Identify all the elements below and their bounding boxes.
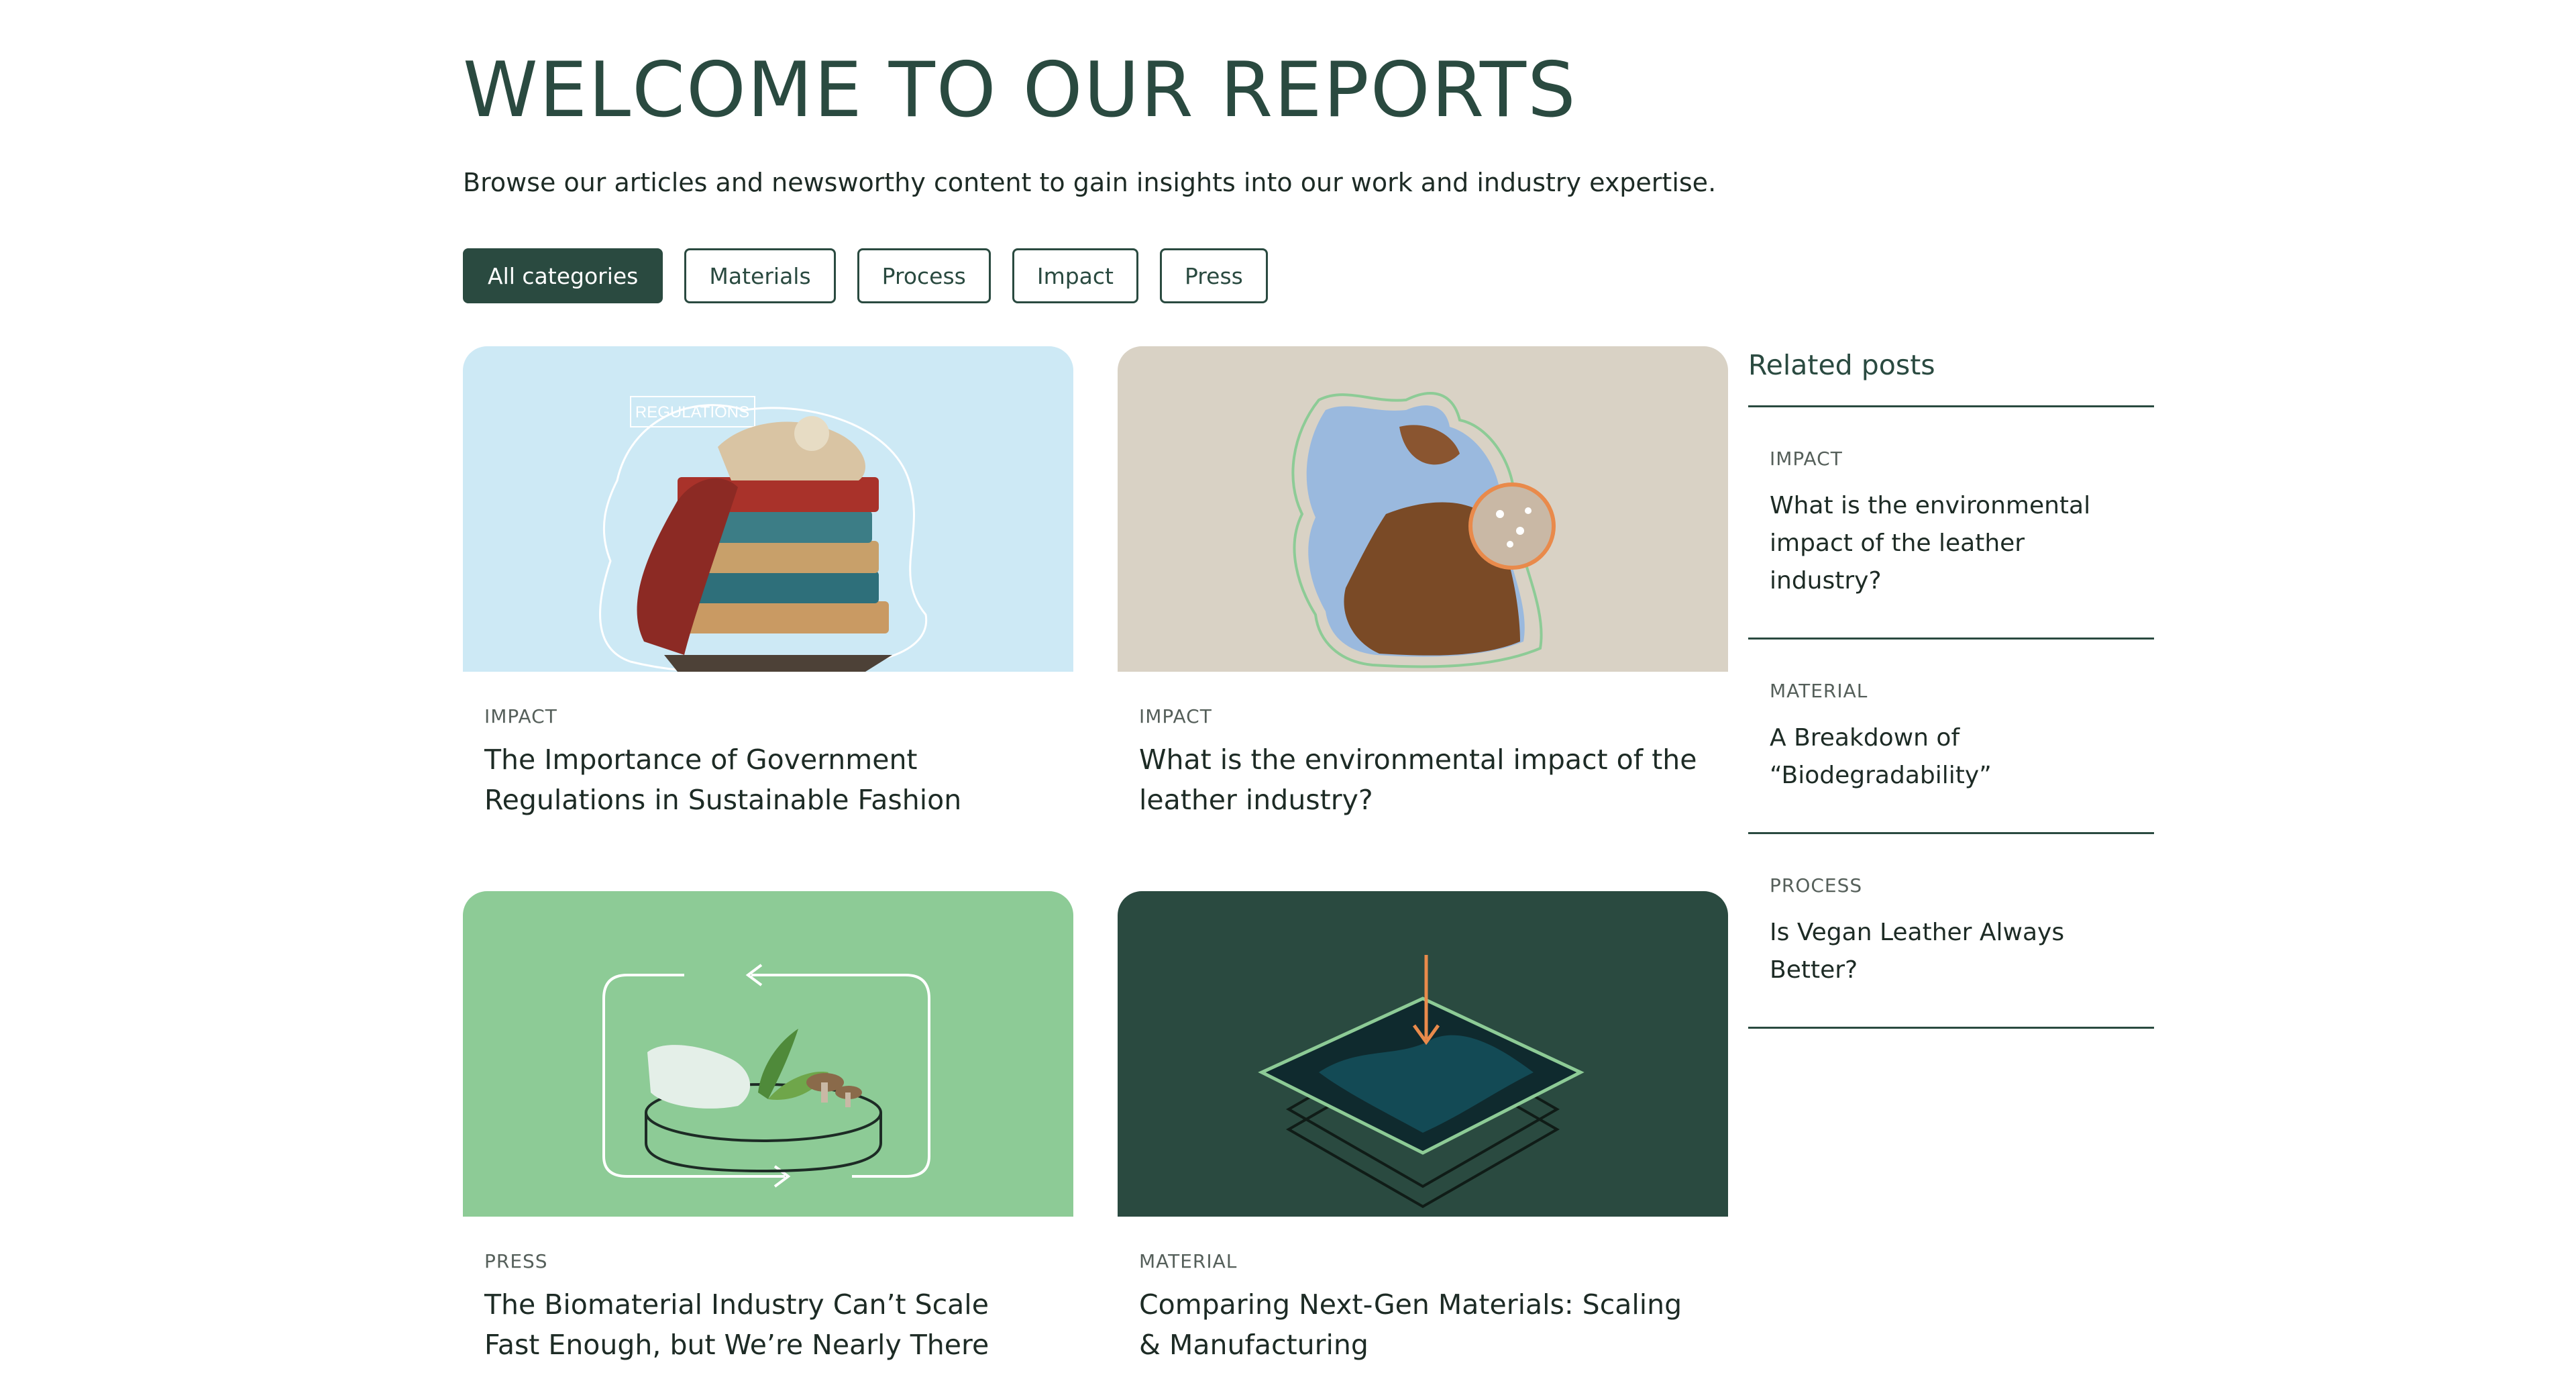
page-title: WELCOME TO OUR REPORTS: [463, 46, 1577, 134]
related-posts-heading: Related posts: [1748, 349, 2154, 407]
related-post-item[interactable]: IMPACT What is the environmental impact …: [1748, 407, 2154, 640]
article-card-next-gen-materials[interactable]: MATERIAL Comparing Next-Gen Materials: S…: [1118, 891, 1728, 1365]
article-category: MATERIAL: [1139, 1250, 1238, 1272]
related-post-item[interactable]: MATERIAL A Breakdown of “Biodegradabilit…: [1748, 640, 2154, 834]
article-title[interactable]: The Importance of Government Regulations…: [484, 740, 1052, 820]
article-title[interactable]: The Biomaterial Industry Can’t Scale Fas…: [484, 1284, 1052, 1365]
related-post-title[interactable]: What is the environmental impact of the …: [1770, 487, 2133, 600]
filter-materials[interactable]: Materials: [684, 248, 836, 303]
cycle-illustration: [602, 964, 930, 1188]
article-image[interactable]: [463, 891, 1073, 1217]
related-post-title[interactable]: Is Vegan Leather Always Better?: [1770, 914, 2133, 989]
article-image[interactable]: [1118, 346, 1728, 672]
article-category: PRESS: [484, 1250, 548, 1272]
related-post-item[interactable]: PROCESS Is Vegan Leather Always Better?: [1748, 834, 2154, 1029]
filter-impact[interactable]: Impact: [1012, 248, 1138, 303]
related-post-category: PROCESS: [1770, 874, 1863, 897]
image-caption-regulations: REGULATIONS: [635, 403, 749, 421]
category-filters: All categories Materials Process Impact …: [463, 248, 1268, 303]
article-image[interactable]: REGULATIONS: [463, 346, 1073, 672]
article-card-biomaterial-scale[interactable]: PRESS The Biomaterial Industry Can’t Sca…: [463, 891, 1073, 1365]
filter-all-categories[interactable]: All categories: [463, 248, 663, 303]
article-card-leather-impact[interactable]: IMPACT What is the environmental impact …: [1118, 346, 1728, 820]
reports-page: WELCOME TO OUR REPORTS Browse our articl…: [463, 0, 2167, 1375]
related-post-category: MATERIAL: [1770, 680, 1868, 702]
hide-illustration: [1291, 392, 1556, 668]
filter-press[interactable]: Press: [1159, 248, 1268, 303]
books-illustration: REGULATIONS: [599, 396, 928, 672]
related-post-title[interactable]: A Breakdown of “Biodegradability”: [1770, 719, 2133, 795]
page-subtitle: Browse our articles and newsworthy conte…: [463, 168, 1717, 197]
filter-process[interactable]: Process: [857, 248, 991, 303]
article-category: IMPACT: [484, 705, 557, 727]
article-image[interactable]: [1118, 891, 1728, 1217]
article-title[interactable]: What is the environmental impact of the …: [1139, 740, 1707, 820]
article-card-regulations[interactable]: REGULATIONS IMPACT The Importance of Gov…: [463, 346, 1073, 820]
layers-illustration: [1258, 955, 1585, 1209]
related-post-category: IMPACT: [1770, 448, 1843, 470]
article-title[interactable]: Comparing Next-Gen Materials: Scaling & …: [1139, 1284, 1707, 1365]
article-category: IMPACT: [1139, 705, 1212, 727]
related-posts: Related posts IMPACT What is the environ…: [1748, 349, 2154, 1029]
